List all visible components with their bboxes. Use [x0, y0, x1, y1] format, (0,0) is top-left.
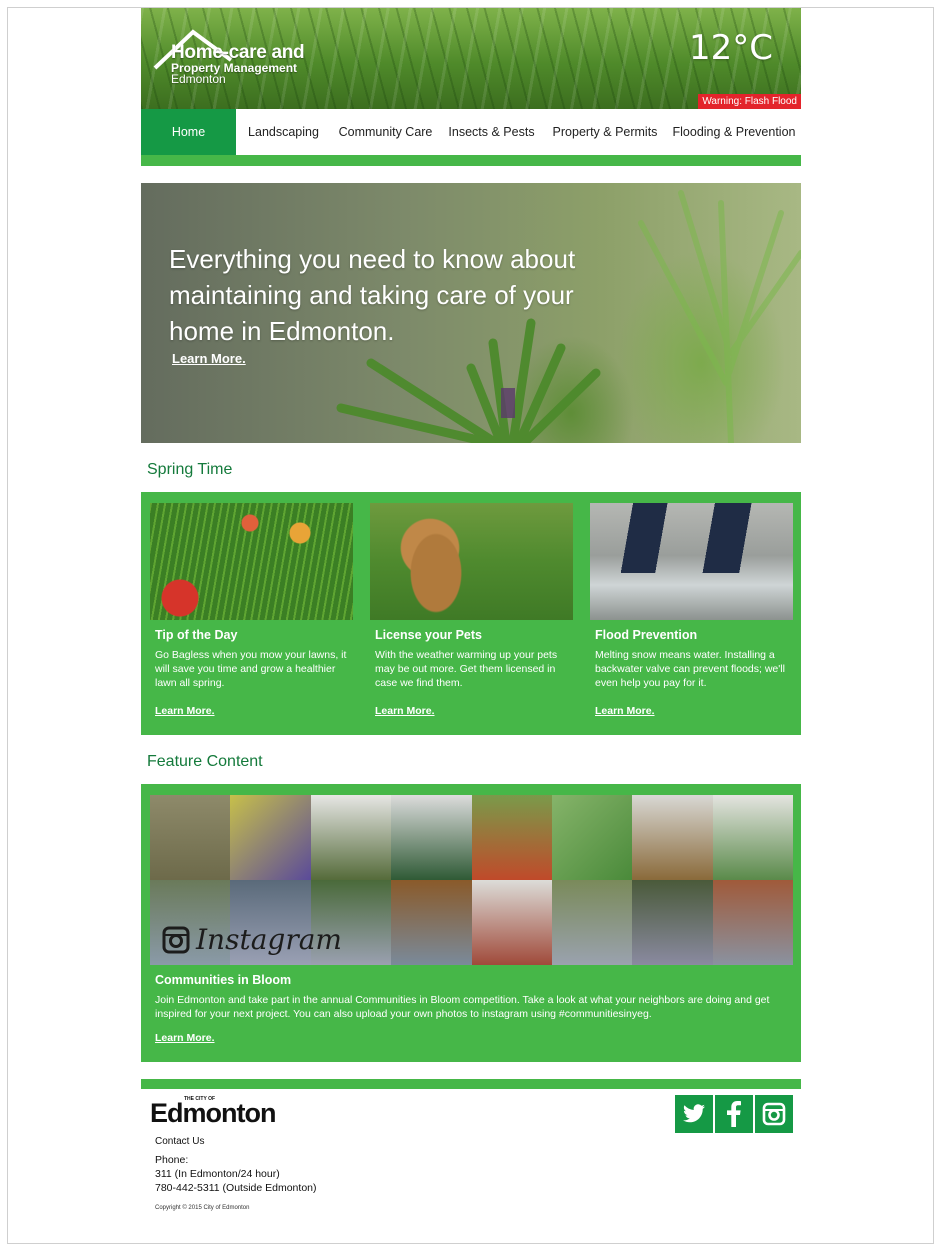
- gallery-photo: [632, 795, 713, 880]
- gallery-photo: [471, 795, 552, 880]
- gallery-photo: [150, 795, 231, 880]
- gallery-photo: [310, 795, 392, 880]
- instagram-icon: [762, 1102, 786, 1126]
- copyright-text: Copyright © 2015 City of Edmonton: [155, 1205, 250, 1211]
- phone-outside: 780-442-5311 (Outside Edmonton): [155, 1182, 317, 1194]
- nav-item-property-permits[interactable]: Property & Permits: [543, 109, 667, 155]
- card-text: Go Bagless when you mow your lawns, it w…: [155, 649, 347, 689]
- nav-item-insects-pests[interactable]: Insects & Pests: [440, 109, 543, 155]
- facebook-button[interactable]: [715, 1095, 753, 1133]
- facebook-icon: [727, 1101, 741, 1127]
- card-learn-more-link[interactable]: Learn More.: [155, 705, 353, 735]
- footer-top-bar: [141, 1079, 801, 1089]
- dog-image[interactable]: [370, 503, 573, 620]
- page-container: Home-care and Property Management Edmont…: [141, 8, 801, 1239]
- gallery-photo: [551, 880, 633, 965]
- card-title: Tip of the Day: [155, 628, 238, 642]
- nav-item-community-care[interactable]: Community Care: [331, 109, 440, 155]
- twitter-button[interactable]: [675, 1095, 713, 1133]
- gallery-photo: [712, 880, 793, 965]
- card-text: Melting snow means water. Installing a b…: [595, 649, 785, 689]
- main-nav: Home Landscaping Community Care Insects …: [141, 109, 801, 155]
- card-text: With the weather warming up your pets ma…: [375, 649, 558, 689]
- social-links: [675, 1095, 793, 1133]
- temperature-readout: 12°C: [688, 28, 773, 68]
- card-title: License your Pets: [375, 628, 482, 642]
- gallery-photo: [471, 880, 552, 965]
- gallery-photo: [391, 795, 472, 880]
- feature-panel: Instagram Communities in Bloom Join Edmo…: [141, 784, 801, 1062]
- card-title: Flood Prevention: [595, 628, 698, 642]
- instagram-button[interactable]: [755, 1095, 793, 1133]
- card-learn-more-link[interactable]: Learn More.: [375, 705, 573, 735]
- hero-title: Everything you need to know about mainta…: [169, 244, 576, 346]
- spring-section-title: Spring Time: [147, 461, 233, 478]
- feature-item-text: Join Edmonton and take part in the annua…: [155, 994, 770, 1020]
- card-learn-more-link[interactable]: Learn More.: [595, 705, 793, 735]
- hero-banner: Everything you need to know about mainta…: [141, 183, 801, 443]
- hero-learn-more-link[interactable]: Learn More.: [172, 351, 246, 366]
- logo-wordmark: Edmonton: [150, 1098, 276, 1128]
- nav-underline-bar: [141, 155, 801, 166]
- gallery-photo: [230, 795, 311, 880]
- feet-in-water-image[interactable]: [590, 503, 793, 620]
- logo-city: Edmonton: [171, 72, 226, 86]
- nav-item-landscaping[interactable]: Landscaping: [236, 109, 331, 155]
- phone-label: Phone:: [155, 1154, 189, 1166]
- instagram-gallery[interactable]: Instagram: [150, 795, 793, 965]
- nav-item-flooding-prevention[interactable]: Flooding & Prevention: [667, 109, 801, 155]
- feature-learn-more-link[interactable]: Learn More.: [155, 1032, 793, 1062]
- feature-section-title: Feature Content: [147, 753, 263, 770]
- instagram-logo: Instagram: [162, 923, 342, 956]
- card-license-pets: License your Pets With the weather warmi…: [370, 503, 573, 735]
- gallery-photo: [551, 795, 633, 880]
- gallery-photo: [632, 880, 713, 965]
- flood-warning-badge[interactable]: Warning: Flash Flood: [698, 94, 801, 109]
- contact-us-link[interactable]: Contact Us: [155, 1136, 204, 1147]
- site-footer: THE CITY OF Edmonton Contact Us Phone: 3…: [141, 1089, 801, 1239]
- card-tip-of-the-day: Tip of the Day Go Bagless when you mow y…: [150, 503, 353, 735]
- gallery-photo: [712, 795, 793, 880]
- twitter-icon: [683, 1104, 705, 1123]
- nav-item-home[interactable]: Home: [141, 109, 236, 155]
- instagram-camera-icon: [162, 926, 190, 953]
- card-flood-prevention: Flood Prevention Melting snow means wate…: [590, 503, 793, 735]
- feature-item-title: Communities in Bloom: [155, 973, 292, 987]
- site-header: Home-care and Property Management Edmont…: [141, 8, 801, 109]
- phone-local: 311 (In Edmonton/24 hour): [155, 1168, 280, 1180]
- instagram-wordmark: Instagram: [196, 923, 342, 956]
- flowers-lawn-image[interactable]: [150, 503, 353, 620]
- spring-card-panel: Tip of the Day Go Bagless when you mow y…: [141, 492, 801, 735]
- gallery-photo: [391, 880, 472, 965]
